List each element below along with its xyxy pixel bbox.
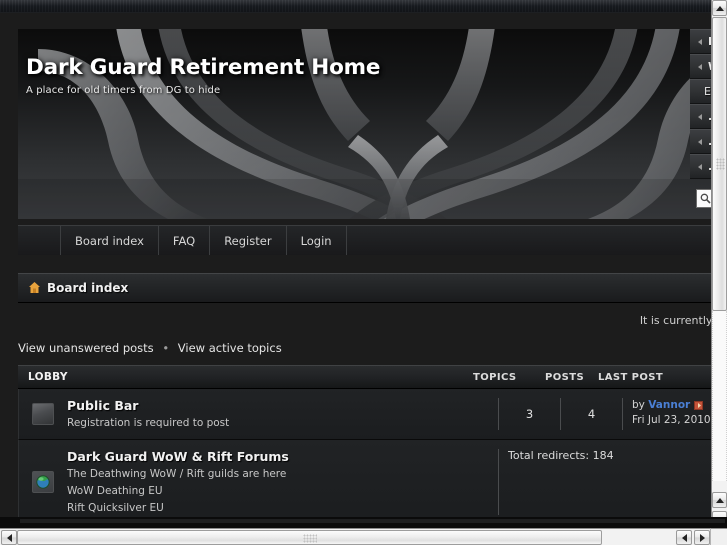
- site-description: A place for old timers from DG to hide: [26, 85, 221, 96]
- view-unanswered-posts-link[interactable]: View unanswered posts: [18, 341, 154, 355]
- forum-description-line-1: The Deathwing WoW / Rift guilds are here: [67, 468, 287, 480]
- column-header-topics: TOPICS: [473, 371, 517, 383]
- forum-description-line-3: Rift Quicksilver EU: [67, 502, 164, 514]
- breadcrumb: Board index: [18, 273, 711, 303]
- arrow-up-icon: [715, 497, 724, 503]
- rail-item-label: Eve: [704, 85, 711, 98]
- web-page-content: Dark Guard Retirement Home A place for o…: [0, 13, 711, 528]
- scrollbar-grip-icon: [716, 158, 725, 170]
- horizontal-scrollbar-thumb[interactable]: [17, 530, 602, 545]
- main-navigation-bar: Board index FAQ Register Login: [18, 225, 711, 255]
- rail-item-5[interactable]: .: [690, 129, 711, 154]
- forum-icon-cell: [19, 449, 67, 515]
- forum-topics-count: 3: [498, 398, 560, 430]
- forum-title-link[interactable]: Dark Guard WoW & Rift Forums: [67, 449, 490, 464]
- vertical-scrollbar-track[interactable]: [712, 311, 727, 481]
- forum-category-title[interactable]: LOBBY: [28, 371, 68, 383]
- forum-description-line-2: WoW Deathing EU: [67, 485, 163, 497]
- page-bottom-highlight: [20, 519, 725, 523]
- current-time-text: It is currently Sun Jun 0: [639, 313, 711, 327]
- rail-item-rift[interactable]: Rift: [690, 29, 711, 54]
- rail-item-label: Rift: [708, 35, 711, 48]
- forum-category-header: LOBBY TOPICS POSTS LAST POST: [18, 365, 711, 389]
- current-time-row: It is currently Sun Jun 0: [18, 303, 711, 337]
- chevron-right-icon: [698, 113, 702, 120]
- rail-item-wow[interactable]: WoW: [690, 54, 711, 79]
- rail-item-label: .: [708, 160, 711, 173]
- scrollbar-corner: [710, 528, 727, 545]
- horizontal-scrollbar[interactable]: [0, 528, 727, 545]
- nav-tab-label: FAQ: [172, 233, 196, 248]
- nav-tab-label: Register: [224, 233, 272, 248]
- view-last-post-icon[interactable]: [693, 399, 703, 411]
- column-header-posts: POSTS: [545, 371, 585, 383]
- chevron-right-icon: [698, 63, 702, 70]
- nav-tail: [346, 226, 711, 255]
- chevron-right-icon: [698, 38, 702, 45]
- forum-link-icon: [32, 471, 54, 493]
- rail-item-label: WoW: [708, 60, 711, 73]
- nav-tab-register[interactable]: Register: [210, 226, 287, 255]
- forum-info: Dark Guard WoW & Rift Forums The Deathwi…: [67, 449, 498, 515]
- rail-item-6[interactable]: .: [690, 154, 711, 179]
- breadcrumb-label[interactable]: Board index: [47, 281, 128, 295]
- table-row: Dark Guard WoW & Rift Forums The Deathwi…: [18, 440, 711, 525]
- banner-nav-rail: Rift WoW Eve .: [690, 29, 711, 219]
- quicklinks-separator: •: [162, 341, 170, 355]
- page-bottom-edge: [0, 517, 727, 528]
- chevron-right-icon: [698, 138, 702, 145]
- forum-unread-icon: [32, 403, 54, 425]
- arrow-right-icon: [699, 533, 705, 542]
- last-post-by-prefix: by: [632, 399, 645, 411]
- rail-item-4[interactable]: .: [690, 104, 711, 129]
- arrow-left-icon: [681, 533, 687, 542]
- nav-spacer: [18, 226, 61, 255]
- forum-description: Registration is required to post: [67, 417, 230, 429]
- chevron-right-icon: [698, 163, 702, 170]
- site-title: Dark Guard Retirement Home: [26, 55, 381, 80]
- site-banner: Dark Guard Retirement Home A place for o…: [18, 29, 711, 219]
- scroll-right-button[interactable]: [694, 530, 710, 545]
- scrollbar-grip-icon: [302, 534, 317, 543]
- quick-links-row: View unanswered posts • View active topi…: [18, 337, 711, 365]
- rail-item-eve[interactable]: Eve: [690, 79, 711, 104]
- table-row: Public Bar Registration is required to p…: [18, 389, 711, 440]
- web-page-viewport: Dark Guard Retirement Home A place for o…: [0, 13, 711, 528]
- scroll-up-button[interactable]: [712, 0, 727, 16]
- vertical-scrollbar-thumb[interactable]: [712, 17, 727, 311]
- forum-title-link[interactable]: Public Bar: [67, 398, 490, 413]
- nav-tab-board-index[interactable]: Board index: [61, 226, 159, 255]
- nav-tab-label: Login: [300, 233, 332, 248]
- browser-viewport: Dark Guard Retirement Home A place for o…: [0, 0, 727, 545]
- rail-item-label: .: [708, 135, 711, 148]
- rail-item-label: .: [708, 110, 711, 123]
- nav-tab-faq[interactable]: FAQ: [158, 226, 211, 255]
- view-active-topics-link[interactable]: View active topics: [178, 341, 282, 355]
- site-wrapper: Dark Guard Retirement Home A place for o…: [18, 29, 711, 528]
- last-post-author-link[interactable]: Vannor: [648, 399, 690, 411]
- column-header-last-post: LAST POST: [598, 371, 664, 383]
- nav-tab-login[interactable]: Login: [286, 226, 347, 255]
- last-post-date: Fri Jul 23, 2010 10:07 p: [632, 414, 711, 426]
- scroll-left-button-end[interactable]: [676, 530, 692, 545]
- search-box[interactable]: [696, 189, 711, 208]
- forum-icon-cell: [19, 398, 67, 430]
- arrow-left-icon: [6, 533, 12, 542]
- forum-posts-count: 4: [560, 398, 622, 430]
- nav-tab-label: Board index: [75, 233, 144, 248]
- forum-info: Public Bar Registration is required to p…: [67, 398, 498, 430]
- forum-redirect-count: Total redirects: 184: [498, 449, 711, 515]
- vertical-scrollbar[interactable]: [711, 0, 727, 529]
- browser-toolbar-strip: [0, 0, 711, 13]
- home-icon: [28, 279, 41, 298]
- arrow-up-icon: [715, 5, 724, 11]
- search-icon: [700, 189, 711, 208]
- banner-text-block: Dark Guard Retirement Home A place for o…: [26, 55, 380, 96]
- toolbar-sheen: [0, 0, 711, 6]
- forum-last-post: by Vannor Fri Jul 23, 2010 10:07 p: [622, 398, 711, 430]
- scroll-left-button[interactable]: [1, 530, 17, 545]
- scroll-up-button-bottom[interactable]: [712, 492, 727, 508]
